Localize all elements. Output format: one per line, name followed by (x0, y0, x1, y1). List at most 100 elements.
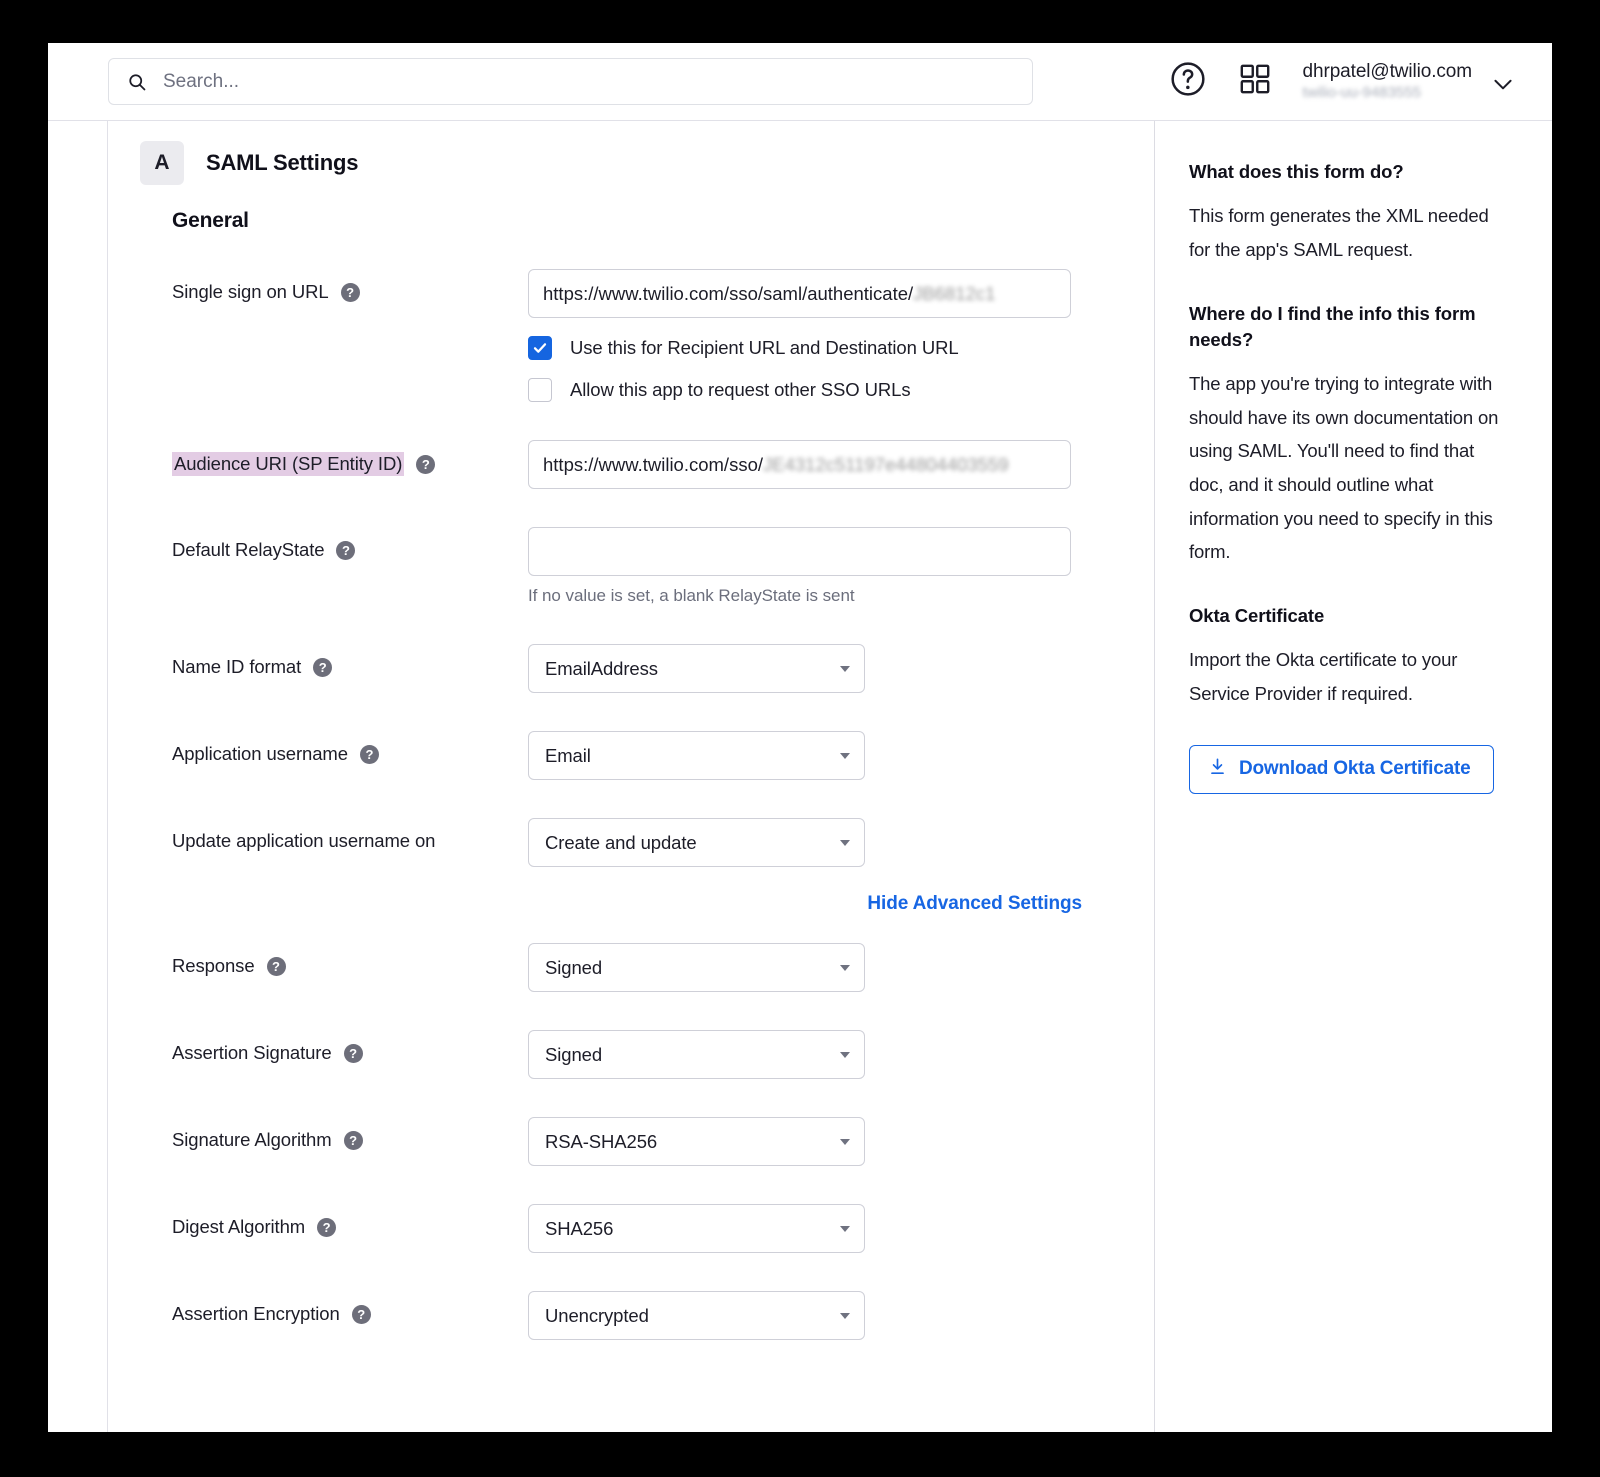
select-name-id-format[interactable]: EmailAddress (528, 644, 865, 693)
download-okta-certificate-button[interactable]: Download Okta Certificate (1189, 744, 1494, 794)
search-input[interactable] (161, 69, 1032, 94)
help-icon[interactable]: ? (416, 454, 436, 474)
audience-uri-input[interactable]: https://www.twilio.com/sso/JE4312c51197e… (528, 440, 1071, 489)
field-row-relay-state: Default RelayState ? If no value is set,… (140, 527, 1114, 606)
label-audience-uri: Audience URI (SP Entity ID) (172, 452, 405, 476)
select-value-signature-algorithm: RSA-SHA256 (545, 1130, 658, 1152)
help-icon[interactable]: ? (351, 1304, 371, 1324)
sso-url-input[interactable]: https://www.twilio.com/sso/saml/authenti… (528, 269, 1071, 318)
field-row-name-id-format: Name ID format ? EmailAddress (140, 644, 1114, 693)
help-icon[interactable]: ? (313, 657, 333, 677)
chevron-down-icon (840, 752, 850, 759)
label-signature-algorithm: Signature Algorithm (172, 1129, 332, 1150)
body: A SAML Settings General Single sign on U… (48, 121, 1552, 1432)
page-title: SAML Settings (206, 150, 359, 175)
user-org: twilio-uu-9483555 (1302, 84, 1421, 102)
checkbox-row-recipient-url[interactable]: Use this for Recipient URL and Destinati… (528, 336, 1114, 360)
app-window: dhrpatel@twilio.com twilio-uu-9483555 A … (48, 43, 1552, 1432)
field-cell-audience-uri: https://www.twilio.com/sso/JE4312c51197e… (528, 440, 1114, 489)
select-value-update-username-on: Create and update (545, 831, 697, 853)
label-relay-state: Default RelayState (172, 539, 325, 560)
field-cell-assertion-encryption: Unencrypted (528, 1291, 1114, 1340)
label-digest-algorithm: Digest Algorithm (172, 1216, 306, 1237)
field-cell-name-id-format: EmailAddress (528, 644, 1114, 693)
select-value-assertion-encryption: Unencrypted (545, 1304, 649, 1326)
chevron-down-icon (840, 1225, 850, 1232)
field-cell-signature-algorithm: RSA-SHA256 (528, 1117, 1114, 1166)
select-digest-algorithm[interactable]: SHA256 (528, 1204, 865, 1253)
help-icon[interactable]: ? (343, 1130, 363, 1150)
check-icon (533, 343, 547, 353)
label-cell-sso-url: Single sign on URL ? (140, 269, 528, 303)
apps-grid-button[interactable] (1235, 62, 1275, 102)
label-name-id-format: Name ID format (172, 656, 302, 677)
checkbox-recipient-url[interactable] (528, 336, 552, 360)
help-body-okta-certificate: Import the Okta certificate to your Serv… (1189, 649, 1458, 704)
help-icon[interactable]: ? (359, 744, 379, 764)
search-box[interactable] (108, 58, 1033, 105)
help-icon[interactable]: ? (340, 282, 360, 302)
help-button[interactable] (1167, 61, 1209, 103)
label-update-username-on: Update application username on (172, 830, 436, 851)
app-badge: A (140, 141, 184, 185)
label-assertion-signature: Assertion Signature (172, 1042, 332, 1063)
relay-state-input[interactable] (528, 527, 1071, 576)
search-icon (127, 72, 147, 92)
label-cell-assertion-signature: Assertion Signature ? (140, 1030, 528, 1064)
advanced-settings-row: Hide Advanced Settings (140, 893, 1114, 915)
help-icon[interactable]: ? (266, 956, 286, 976)
download-okta-certificate-label: Download Okta Certificate (1239, 758, 1471, 780)
select-value-name-id-format: EmailAddress (545, 657, 658, 679)
help-body-where-find-info: The app you're trying to integrate with … (1189, 373, 1499, 563)
help-heading-okta-certificate: Okta Certificate (1189, 605, 1325, 627)
field-row-assertion-encryption: Assertion Encryption ? Unencrypted (140, 1291, 1114, 1340)
help-icon[interactable]: ? (336, 540, 356, 560)
label-cell-signature-algorithm: Signature Algorithm ? (140, 1117, 528, 1151)
sso-url-value: https://www.twilio.com/sso/saml/authenti… (543, 282, 914, 304)
relay-state-hint: If no value is set, a blank RelayState i… (528, 586, 855, 605)
chevron-down-icon (840, 1138, 850, 1145)
chevron-down-icon (840, 665, 850, 672)
label-cell-application-username: Application username ? (140, 731, 528, 765)
user-menu[interactable]: dhrpatel@twilio.com twilio-uu-9483555 (1302, 62, 1473, 102)
select-value-response: Signed (545, 956, 603, 978)
label-cell-digest-algorithm: Digest Algorithm ? (140, 1204, 528, 1238)
chevron-down-icon (840, 839, 850, 846)
chevron-down-icon[interactable] (1490, 71, 1512, 93)
label-cell-assertion-encryption: Assertion Encryption ? (140, 1291, 528, 1325)
field-row-signature-algorithm: Signature Algorithm ? RSA-SHA256 (140, 1117, 1114, 1166)
download-icon (1208, 757, 1227, 782)
question-circle-icon (1168, 59, 1208, 104)
field-row-update-username-on: Update application username on Create an… (140, 818, 1114, 867)
select-assertion-signature[interactable]: Signed (528, 1030, 865, 1079)
chevron-down-icon (840, 1312, 850, 1319)
label-cell-update-username-on: Update application username on (140, 818, 528, 852)
label-cell-response: Response ? (140, 943, 528, 977)
app-header: A SAML Settings (140, 141, 1114, 185)
help-heading-where-find-info: Where do I find the info this form needs… (1189, 302, 1476, 350)
select-application-username[interactable]: Email (528, 731, 865, 780)
field-cell-update-username-on: Create and update (528, 818, 1114, 867)
help-icon[interactable]: ? (343, 1043, 363, 1063)
checkbox-other-sso-urls[interactable] (528, 378, 552, 402)
select-response[interactable]: Signed (528, 943, 865, 992)
checkbox-label-other-sso-urls: Allow this app to request other SSO URLs (570, 379, 911, 400)
field-cell-sso-url: https://www.twilio.com/sso/saml/authenti… (528, 269, 1114, 402)
section-title-general: General (172, 209, 249, 232)
help-icon[interactable]: ? (317, 1217, 337, 1237)
label-assertion-encryption: Assertion Encryption (172, 1303, 340, 1324)
help-heading-what-does-form-do: What does this form do? (1189, 161, 1404, 182)
hide-advanced-settings-link[interactable]: Hide Advanced Settings (867, 893, 1082, 915)
field-row-sso-url: Single sign on URL ? https://www.twilio.… (140, 269, 1114, 402)
checkbox-row-other-sso-urls[interactable]: Allow this app to request other SSO URLs (528, 378, 1114, 402)
select-assertion-encryption[interactable]: Unencrypted (528, 1291, 865, 1340)
field-cell-digest-algorithm: SHA256 (528, 1204, 1114, 1253)
label-cell-relay-state: Default RelayState ? (140, 527, 528, 561)
chevron-down-icon (840, 964, 850, 971)
select-update-username-on[interactable]: Create and update (528, 818, 865, 867)
apps-grid-icon (1237, 61, 1273, 102)
field-row-assertion-signature: Assertion Signature ? Signed (140, 1030, 1114, 1079)
select-signature-algorithm[interactable]: RSA-SHA256 (528, 1117, 865, 1166)
label-cell-audience-uri: Audience URI (SP Entity ID) ? (140, 440, 528, 476)
label-cell-name-id-format: Name ID format ? (140, 644, 528, 678)
